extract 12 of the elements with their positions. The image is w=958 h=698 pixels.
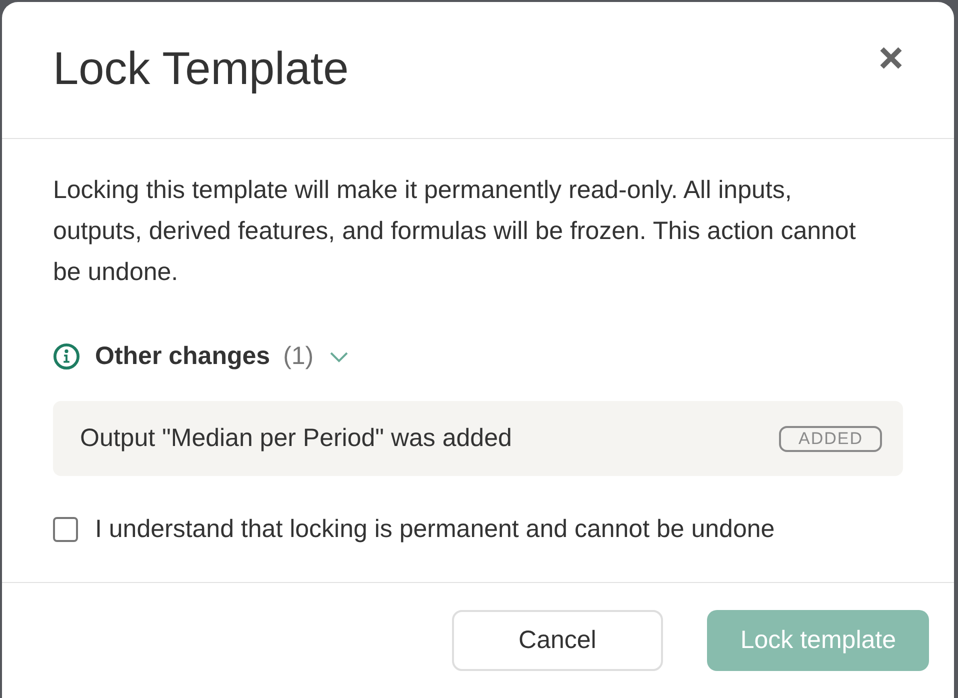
section-title: Other changes: [95, 340, 270, 372]
dialog-title: Lock Template: [53, 41, 349, 96]
change-text: Output "Median per Period" was added: [80, 423, 512, 454]
warning-message: Locking this template will make it permanently read-only. All inputs, outputs, derived features, and formulas will be frozen. This action cannot be undone.: [53, 175, 857, 288]
added-tag: ADDED: [779, 426, 882, 452]
change-count: (1): [283, 340, 314, 372]
confirm-label: I understand that locking is permanent and cannot be undone: [95, 514, 775, 545]
close-button[interactable]: [879, 46, 903, 70]
cancel-button[interactable]: Cancel: [452, 610, 664, 671]
close-icon: [879, 46, 903, 70]
confirm-checkbox[interactable]: [53, 517, 78, 542]
info-icon: [53, 343, 80, 370]
